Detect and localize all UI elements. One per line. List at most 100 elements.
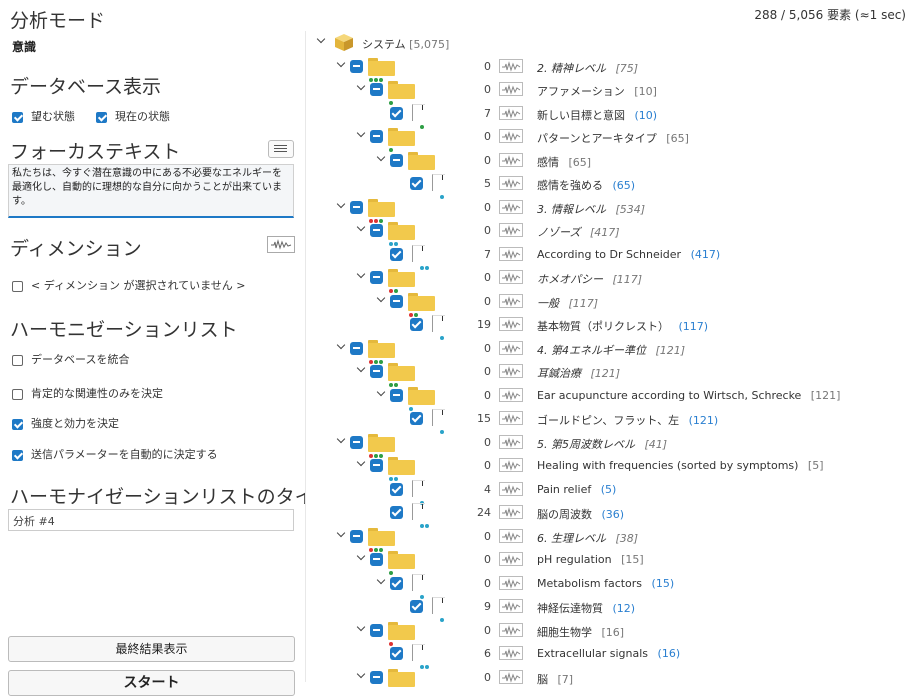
auto-params-checkbox[interactable] bbox=[12, 449, 23, 461]
tree-row[interactable]: 0 ホメオパシー [117] bbox=[306, 266, 912, 293]
tree-row[interactable]: 19 基本物質（ポリクレスト） (117) bbox=[306, 313, 912, 340]
tree-row[interactable]: 0 アファメーション [10] bbox=[306, 78, 912, 105]
tree-row[interactable]: 0 パターンとアーキタイプ [65] bbox=[306, 125, 912, 152]
tree-row[interactable]: 0 2. 精神レベル [75] bbox=[306, 55, 912, 82]
waveform-icon[interactable] bbox=[499, 528, 523, 543]
chevron-down-icon[interactable] bbox=[356, 671, 366, 681]
tree-row[interactable]: 15 ゴールドピン、フラット、左 (121) bbox=[306, 407, 912, 434]
list-title-input[interactable]: 分析 #4 bbox=[8, 509, 294, 531]
row-checkbox[interactable] bbox=[350, 341, 363, 355]
row-checkbox[interactable] bbox=[350, 200, 363, 214]
tree-row[interactable]: 0 3. 情報レベル [534] bbox=[306, 196, 912, 223]
row-checkbox[interactable] bbox=[410, 318, 423, 331]
tree-root-row[interactable]: システム [5,075] bbox=[306, 31, 912, 54]
chevron-down-icon[interactable] bbox=[336, 530, 346, 540]
dimension-checkbox[interactable] bbox=[12, 280, 23, 292]
chevron-down-icon[interactable] bbox=[356, 553, 366, 563]
chevron-down-icon[interactable] bbox=[356, 83, 366, 93]
row-checkbox[interactable] bbox=[390, 153, 403, 167]
waveform-icon[interactable] bbox=[499, 340, 523, 355]
row-checkbox[interactable] bbox=[370, 459, 383, 472]
row-checkbox[interactable] bbox=[390, 482, 403, 496]
chevron-down-icon[interactable] bbox=[376, 577, 386, 587]
tree-row[interactable]: 0 4. 第4エネルギー準位 [121] bbox=[306, 337, 912, 364]
chevron-down-icon[interactable] bbox=[356, 224, 366, 234]
analysis-mode-value[interactable]: 意識 bbox=[12, 38, 36, 55]
tree-row[interactable]: 0 感情 [65] bbox=[306, 149, 912, 172]
tree-row[interactable]: 24 脳の周波数 (36) bbox=[306, 501, 912, 528]
tree-row[interactable]: 7 According to Dr Schneider (417) bbox=[306, 243, 912, 270]
row-checkbox[interactable] bbox=[390, 294, 403, 308]
row-checkbox[interactable] bbox=[390, 576, 403, 590]
waveform-icon[interactable] bbox=[499, 552, 523, 566]
option-positive-only[interactable]: 肯定的な関連性のみを決定 bbox=[12, 385, 163, 401]
tree-row[interactable]: 0 6. 生理レベル [38] bbox=[306, 525, 912, 552]
waveform-icon[interactable] bbox=[267, 236, 295, 253]
waveform-icon[interactable] bbox=[499, 669, 523, 684]
row-checkbox[interactable] bbox=[390, 506, 403, 519]
row-checkbox[interactable] bbox=[370, 271, 383, 284]
focus-text-field[interactable]: 私たちは、今すぐ潜在意識の中にある不必要なエネルギーを最適化し、自動的に理想的な… bbox=[8, 164, 294, 218]
chevron-down-icon[interactable] bbox=[356, 365, 366, 375]
tree-row[interactable]: 7 新しい目標と意図 (10) bbox=[306, 102, 912, 129]
waveform-icon[interactable] bbox=[499, 434, 523, 449]
waveform-icon[interactable] bbox=[499, 246, 523, 261]
tree-row[interactable]: 0 耳鍼治療 [121] bbox=[306, 360, 912, 387]
row-checkbox[interactable] bbox=[370, 553, 383, 566]
row-checkbox[interactable] bbox=[390, 106, 403, 120]
show-results-button[interactable]: 最終結果表示 bbox=[8, 636, 295, 662]
waveform-icon[interactable] bbox=[499, 105, 523, 120]
list-icon[interactable] bbox=[268, 140, 294, 158]
tree-row[interactable]: 6 Extracellular signals (16) bbox=[306, 642, 912, 669]
tree-row[interactable]: 0 5. 第5周波数レベル [41] bbox=[306, 431, 912, 458]
row-checkbox[interactable] bbox=[370, 83, 383, 96]
chevron-down-icon[interactable] bbox=[356, 130, 366, 140]
row-checkbox[interactable] bbox=[350, 59, 363, 73]
tree-row[interactable]: 0 ノゾーズ [417] bbox=[306, 219, 912, 246]
waveform-icon[interactable] bbox=[499, 575, 523, 590]
row-checkbox[interactable] bbox=[350, 435, 363, 449]
waveform-icon[interactable] bbox=[499, 82, 523, 96]
waveform-icon[interactable] bbox=[499, 458, 523, 472]
waveform-icon[interactable] bbox=[499, 646, 523, 660]
database-tree[interactable]: システム [5,075] 0 2. 精神レベル [75] 0 アファメーション [10… bbox=[305, 31, 912, 687]
row-checkbox[interactable] bbox=[370, 224, 383, 237]
row-checkbox[interactable] bbox=[390, 247, 403, 261]
chevron-down-icon[interactable] bbox=[356, 271, 366, 281]
chevron-down-icon[interactable] bbox=[316, 36, 326, 46]
tree-row[interactable]: 0 細胞生物学 [16] bbox=[306, 619, 912, 646]
tree-row[interactable]: 4 Pain relief (5) bbox=[306, 478, 912, 505]
tree-row[interactable]: 9 神経伝達物質 (12) bbox=[306, 595, 912, 622]
waveform-icon[interactable] bbox=[499, 364, 523, 378]
waveform-icon[interactable] bbox=[499, 176, 523, 190]
positive-only-checkbox[interactable] bbox=[12, 388, 23, 400]
option-merge-databases[interactable]: データベースを統合 bbox=[12, 351, 129, 367]
chevron-down-icon[interactable] bbox=[356, 624, 366, 634]
row-checkbox[interactable] bbox=[390, 388, 403, 402]
chevron-down-icon[interactable] bbox=[336, 342, 346, 352]
waveform-icon[interactable] bbox=[499, 152, 523, 167]
chevron-down-icon[interactable] bbox=[376, 389, 386, 399]
chevron-down-icon[interactable] bbox=[336, 60, 346, 70]
waveform-icon[interactable] bbox=[499, 317, 523, 331]
merge-databases-checkbox[interactable] bbox=[12, 354, 23, 366]
row-checkbox[interactable] bbox=[390, 647, 403, 660]
row-checkbox[interactable] bbox=[370, 623, 383, 637]
dimension-option[interactable]: < ディメンション が選択されていません > bbox=[12, 277, 246, 293]
waveform-icon[interactable] bbox=[499, 481, 523, 496]
row-checkbox[interactable] bbox=[370, 365, 383, 378]
current-state-checkbox[interactable] bbox=[96, 111, 107, 123]
tree-row[interactable]: 5 感情を強める (65) bbox=[306, 172, 912, 199]
waveform-icon[interactable] bbox=[499, 223, 523, 237]
option-intensity[interactable]: 強度と効力を決定 bbox=[12, 415, 119, 431]
waveform-icon[interactable] bbox=[499, 387, 523, 402]
waveform-icon[interactable] bbox=[499, 129, 523, 143]
row-checkbox[interactable] bbox=[350, 529, 363, 543]
tree-row[interactable]: 0 一般 [117] bbox=[306, 290, 912, 317]
desired-state-checkbox[interactable] bbox=[12, 111, 23, 123]
intensity-checkbox[interactable] bbox=[12, 418, 23, 430]
chevron-down-icon[interactable] bbox=[336, 201, 346, 211]
row-checkbox[interactable] bbox=[410, 600, 423, 613]
display-option-desired[interactable]: 望む状態 現在の状態 bbox=[12, 108, 170, 124]
option-auto-params[interactable]: 送信パラメーターを自動的に決定する bbox=[12, 446, 218, 462]
